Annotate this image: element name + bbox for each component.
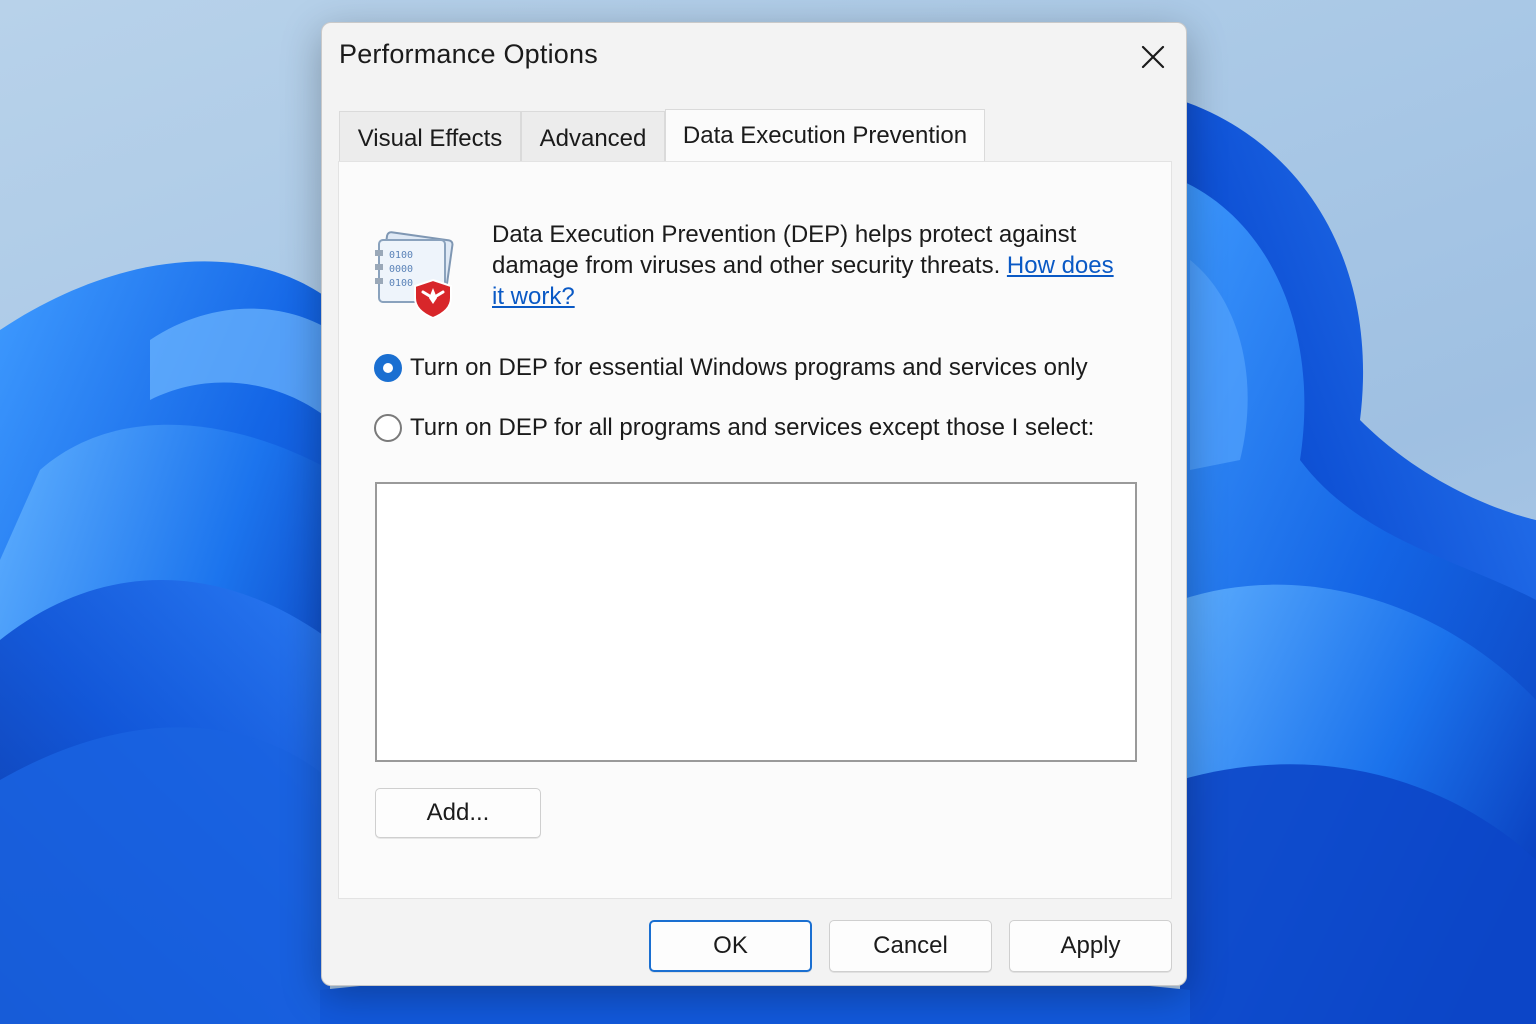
cancel-button[interactable]: Cancel [829,920,992,972]
program-exceptions-list[interactable] [375,482,1137,762]
title-bar: Performance Options [322,23,1186,91]
ok-button[interactable]: OK [649,920,812,972]
close-icon [1141,45,1165,69]
desktop: Performance Options Visual Effects Advan… [0,0,1536,1024]
performance-options-dialog: Performance Options Visual Effects Advan… [321,22,1187,986]
dep-shield-document-icon: 0100 0000 0100 [375,231,454,318]
add-button[interactable]: Add... [375,788,541,838]
radio-all-except-selected-label: Turn on DEP for all programs and service… [410,414,1095,441]
apply-button[interactable]: Apply [1009,920,1172,972]
svg-text:0000: 0000 [389,264,413,275]
dep-description: Data Execution Prevention (DEP) helps pr… [492,219,1132,312]
radio-button-selected[interactable] [374,354,402,382]
radio-all-except-selected[interactable]: Turn on DEP for all programs and service… [374,412,1134,446]
dep-description-text: Data Execution Prevention (DEP) helps pr… [492,221,1077,279]
svg-text:0100: 0100 [389,250,413,261]
radio-button-unselected[interactable] [374,414,402,442]
dialog-title: Performance Options [339,39,598,69]
tab-visual-effects[interactable]: Visual Effects [339,111,521,161]
close-button[interactable] [1122,33,1182,81]
dep-tab-panel: 0100 0000 0100 Data Execution Prevention… [338,161,1172,899]
radio-essential-only[interactable]: Turn on DEP for essential Windows progra… [374,352,1114,386]
radio-essential-only-label: Turn on DEP for essential Windows progra… [410,354,1088,381]
tab-data-execution-prevention[interactable]: Data Execution Prevention [665,109,985,163]
svg-text:0100: 0100 [389,278,413,289]
tab-advanced[interactable]: Advanced [521,111,665,161]
